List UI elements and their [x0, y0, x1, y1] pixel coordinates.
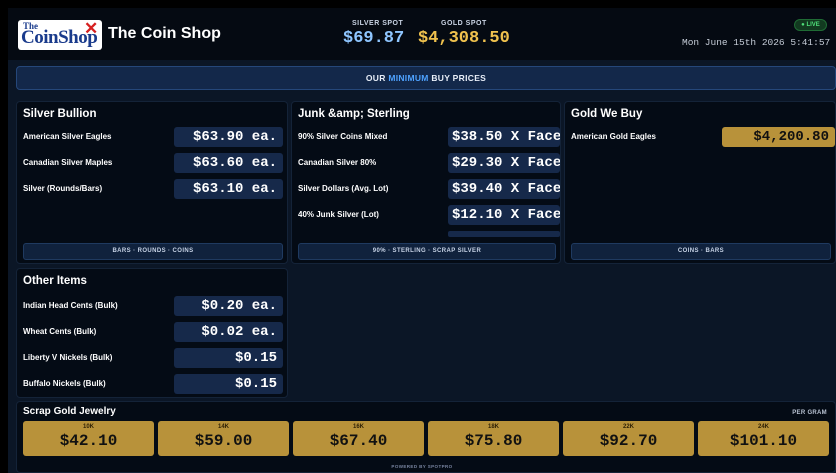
row-label: Indian Head Cents (Bulk) — [23, 301, 118, 310]
price-value: $38.50 X Face — [448, 127, 560, 147]
price-value: $12.10 X Face — [448, 205, 560, 225]
karat-label: 18K — [487, 424, 499, 430]
scroll-overflow-row — [448, 231, 560, 237]
live-badge: ● LIVE — [794, 19, 827, 31]
banner-highlight: MINIMUM — [388, 73, 429, 83]
row-label: Liberty V Nickels (Bulk) — [23, 353, 113, 362]
panel-footer: COINS · BARS — [571, 243, 831, 260]
panel-title: Other Items — [23, 275, 87, 287]
banner-suffix: BUY PRICES — [431, 73, 487, 83]
row-label: 90% Silver Coins Mixed — [298, 132, 388, 141]
price-value: $0.15 — [174, 374, 283, 394]
karat-card: 22K $92.70 — [563, 421, 694, 456]
price-value: $0.15 — [174, 348, 283, 368]
scrap-gold-panel: Scrap Gold Jewelry PER GRAM 10K $42.10 1… — [16, 401, 836, 473]
header-bar: The CoinShop ✕ The Coin Shop SILVER SPOT… — [8, 8, 836, 60]
karat-label: 14K — [217, 424, 229, 430]
price-board: The CoinShop ✕ The Coin Shop SILVER SPOT… — [8, 8, 836, 473]
coin-shop-logo: The CoinShop ✕ — [18, 20, 102, 50]
karat-price: $101.10 — [729, 432, 798, 450]
price-value: $63.90 ea. — [174, 127, 283, 147]
karat-card: 14K $59.00 — [158, 421, 289, 456]
karat-card: 16K $67.40 — [293, 421, 424, 456]
karat-card: 18K $75.80 — [428, 421, 559, 456]
gold-spot-label: GOLD SPOT — [441, 20, 487, 27]
row-label: American Silver Eagles — [23, 132, 112, 141]
karat-price: $42.10 — [59, 432, 118, 450]
panel-footer: 90% · STERLING · SCRAP SILVER — [298, 243, 556, 260]
karat-card: 24K $101.10 — [698, 421, 829, 456]
panel-title: Gold We Buy — [571, 108, 643, 120]
row-label: Canadian Silver Maples — [23, 158, 113, 167]
silver-bullion-panel: Silver Bullion American Silver Eagles $6… — [16, 101, 288, 264]
karat-label: 22K — [622, 424, 634, 430]
banner-prefix: OUR — [365, 73, 386, 83]
silver-spot-value: $69.87 — [343, 29, 405, 48]
karat-price: $67.40 — [329, 432, 388, 450]
price-value: $39.40 X Face — [448, 179, 560, 199]
clock: Mon June 15th 2026 5:41:57 — [682, 37, 831, 48]
panel-title: Silver Bullion — [23, 108, 97, 120]
karat-label: 24K — [757, 424, 769, 430]
karat-price: $75.80 — [464, 432, 523, 450]
row-label: Silver Dollars (Avg. Lot) — [298, 184, 389, 193]
gold-we-buy-panel: Gold We Buy American Gold Eagles $4,200.… — [564, 101, 836, 264]
junk-sterling-panel: Junk &amp; Sterling 90% Silver Coins Mix… — [291, 101, 561, 264]
row-label: Silver (Rounds/Bars) — [23, 184, 103, 193]
per-gram-label: PER GRAM — [792, 410, 827, 416]
karat-card: 10K $42.10 — [23, 421, 154, 456]
row-label: Buffalo Nickels (Bulk) — [23, 379, 106, 388]
gold-spot-value: $4,308.50 — [418, 29, 510, 48]
price-value: $63.60 ea. — [174, 153, 283, 173]
minimum-buy-prices-banner: OUR MINIMUM BUY PRICES — [16, 66, 836, 90]
price-value: $0.02 ea. — [174, 322, 283, 342]
karat-price: $59.00 — [194, 432, 253, 450]
karat-price: $92.70 — [599, 432, 658, 450]
row-label: American Gold Eagles — [571, 132, 656, 141]
panel-title: Junk &amp; Sterling — [298, 108, 410, 120]
price-value: $63.10 ea. — [174, 179, 283, 199]
price-value: $4,200.80 — [722, 127, 835, 147]
karat-label: 10K — [82, 424, 94, 430]
panel-footer: BARS · ROUNDS · COINS — [23, 243, 283, 260]
price-value: $0.20 ea. — [174, 296, 283, 316]
shop-name: The Coin Shop — [108, 25, 221, 42]
logo-cross-icon: ✕ — [84, 20, 99, 38]
silver-spot-label: SILVER SPOT — [352, 20, 404, 27]
karat-label: 16K — [352, 424, 364, 430]
row-label: Wheat Cents (Bulk) — [23, 327, 97, 336]
price-value: $29.30 X Face — [448, 153, 560, 173]
panel-title: Scrap Gold Jewelry — [23, 406, 116, 417]
other-items-panel: Other Items Indian Head Cents (Bulk) $0.… — [16, 268, 288, 398]
row-label: 40% Junk Silver (Lot) — [298, 210, 379, 219]
powered-by-footer: POWERED BY SPOTPRO — [391, 464, 453, 469]
row-label: Canadian Silver 80% — [298, 158, 377, 167]
